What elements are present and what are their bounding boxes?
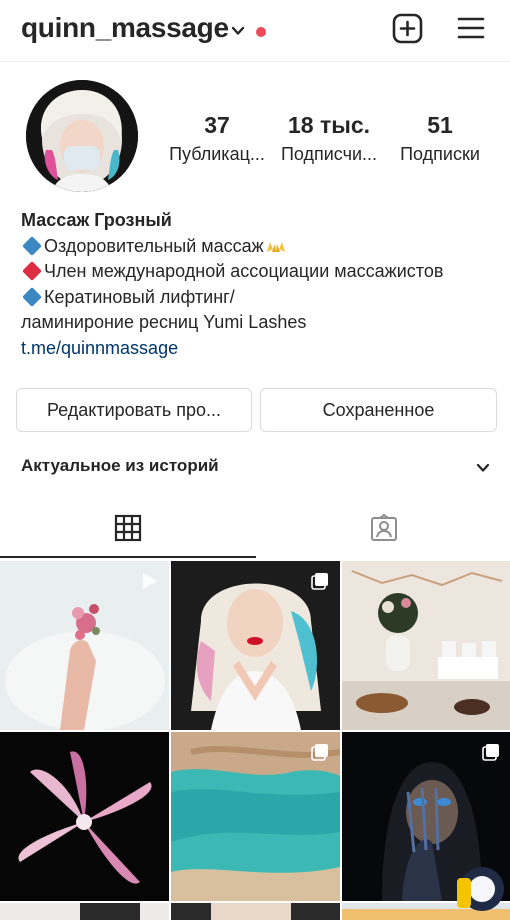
new-post-icon[interactable] <box>392 13 423 44</box>
chevron-down-icon[interactable] <box>476 461 490 475</box>
bio-line: Член международной ассоциации массажисто… <box>21 259 491 285</box>
post-thumbnail[interactable] <box>0 732 169 901</box>
watermark-logo <box>457 867 504 911</box>
post-thumbnail[interactable] <box>171 732 340 901</box>
stat-posts[interactable]: 37 Публикац... <box>166 112 268 165</box>
bio-line: Оздоровительный массаж <box>21 234 491 260</box>
profile-name: Массаж Грозный <box>21 210 172 230</box>
menu-icon[interactable] <box>457 16 485 40</box>
stat-followers-label: Подписчи... <box>280 144 378 164</box>
red-diamond-icon <box>22 261 42 281</box>
saved-button[interactable]: Сохраненное <box>260 388 497 432</box>
post-thumbnail[interactable] <box>0 903 169 920</box>
bio-line: Кератиновый лифтинг/ <box>21 285 491 311</box>
bio-line-text: Член международной ассоциации массажисто… <box>44 261 444 281</box>
stat-following[interactable]: 51 Подписки <box>392 112 488 165</box>
stat-following-count: 51 <box>427 112 453 138</box>
tagged-icon <box>371 514 397 541</box>
bio-line-text: Кератиновый лифтинг/ <box>44 286 235 307</box>
top-bar: quinn_massage <box>0 0 510 62</box>
grid-icon <box>114 514 142 542</box>
notification-dot <box>256 27 266 37</box>
profile-username[interactable]: quinn_massage <box>21 12 229 44</box>
stat-followers-count: 18 тыс. <box>287 112 371 138</box>
tab-grid[interactable] <box>0 500 256 558</box>
edit-profile-button[interactable]: Редактировать про... <box>16 388 252 432</box>
bio-line-text: Оздоровительный массаж <box>44 235 264 256</box>
chevron-down-icon[interactable] <box>231 24 245 38</box>
avatar[interactable] <box>26 80 138 192</box>
blue-diamond-icon <box>22 286 42 307</box>
stat-posts-count: 37 <box>204 112 230 138</box>
bio-line: ламинироние ресниц Yumi Lashes <box>21 312 307 332</box>
multiple-icon <box>311 744 328 761</box>
stat-posts-label: Публикац... <box>169 144 265 164</box>
story-highlights-title[interactable]: Актуальное из историй <box>21 456 219 476</box>
video-icon <box>143 573 157 589</box>
stat-following-label: Подписки <box>400 144 480 164</box>
blue-diamond-icon <box>22 235 42 256</box>
post-thumbnail[interactable] <box>342 561 510 730</box>
post-thumbnail[interactable] <box>171 903 340 920</box>
post-thumbnail[interactable] <box>0 561 169 730</box>
profile-bio: Массаж Грозный Оздоровительный массаж Чл… <box>21 208 491 361</box>
post-thumbnail[interactable] <box>171 561 340 730</box>
multiple-icon <box>482 744 499 761</box>
tab-tagged[interactable] <box>256 500 510 558</box>
multiple-icon <box>311 573 328 590</box>
raising-hands-icon <box>266 241 285 252</box>
bio-link[interactable]: t.me/quinnmassage <box>21 336 491 362</box>
stat-followers[interactable]: 18 тыс. Подписчи... <box>276 112 382 165</box>
